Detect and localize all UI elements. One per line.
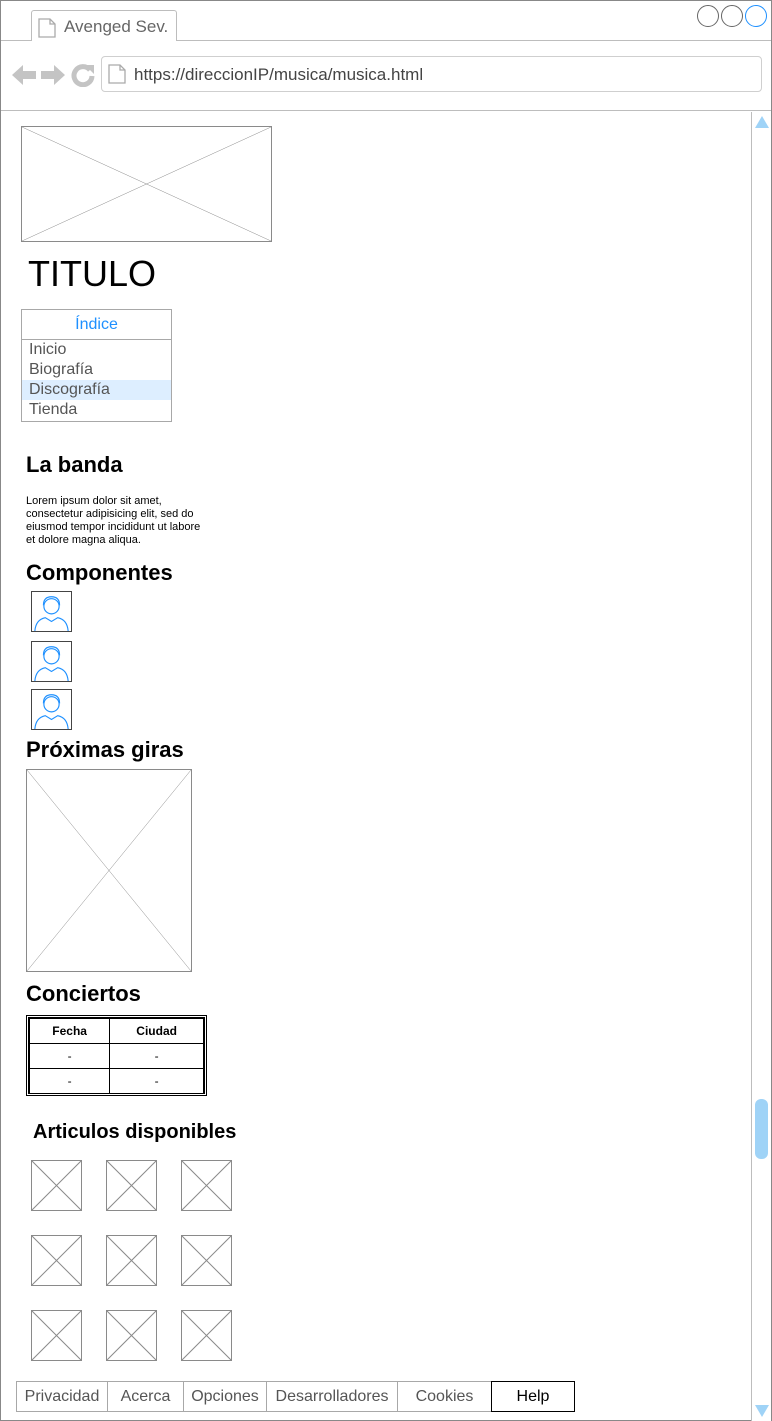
- componentes-heading: Componentes: [26, 560, 173, 585]
- table-row: - -: [28, 1068, 204, 1094]
- page-icon: [38, 18, 56, 43]
- table-row: - -: [28, 1043, 204, 1069]
- article-image-placeholder[interactable]: [31, 1160, 82, 1211]
- minimize-button[interactable]: [697, 5, 719, 27]
- index-item-inicio[interactable]: Inicio: [22, 340, 171, 360]
- table-cell: -: [109, 1068, 204, 1094]
- footer-link-cookies[interactable]: Cookies: [397, 1381, 491, 1412]
- help-button[interactable]: Help: [491, 1381, 575, 1412]
- article-image-placeholder[interactable]: [106, 1235, 157, 1286]
- footer-link-privacidad[interactable]: Privacidad: [16, 1381, 107, 1412]
- page-title: TITULO: [28, 253, 157, 294]
- footer-link-acerca[interactable]: Acerca: [107, 1381, 183, 1412]
- article-image-placeholder[interactable]: [181, 1310, 232, 1361]
- column-header-ciudad: Ciudad: [109, 1018, 204, 1044]
- scroll-up-arrow-icon[interactable]: [755, 116, 769, 128]
- scroll-thumb[interactable]: [755, 1099, 768, 1159]
- vertical-scrollbar[interactable]: [751, 112, 771, 1421]
- maximize-button[interactable]: [721, 5, 743, 27]
- article-image-placeholder[interactable]: [106, 1310, 157, 1361]
- browser-window: Avenged Sev. https://direccionIP/musica/…: [0, 0, 772, 1421]
- article-image-placeholder[interactable]: [181, 1160, 232, 1211]
- footer-links: Privacidad Acerca Opciones Desarrollador…: [16, 1381, 575, 1412]
- back-arrow-icon[interactable]: [11, 63, 37, 92]
- member-avatar-icon: [31, 689, 72, 730]
- page-icon: [108, 64, 126, 89]
- footer-link-desarrolladores[interactable]: Desarrolladores: [266, 1381, 397, 1412]
- la-banda-heading: La banda: [26, 452, 123, 477]
- tab-bar: Avenged Sev.: [1, 1, 771, 42]
- article-image-placeholder[interactable]: [31, 1310, 82, 1361]
- index-item-biografia[interactable]: Biografía: [22, 360, 171, 380]
- navigation-bar: https://direccionIP/musica/musica.html: [1, 41, 771, 111]
- la-banda-text: Lorem ipsum dolor sit amet, consectetur …: [26, 495, 201, 546]
- article-image-placeholder[interactable]: [106, 1160, 157, 1211]
- forward-arrow-icon[interactable]: [40, 63, 66, 92]
- address-bar[interactable]: https://direccionIP/musica/musica.html: [101, 56, 762, 92]
- index-heading: Índice: [22, 310, 171, 340]
- table-cell: -: [28, 1043, 111, 1069]
- article-image-placeholder[interactable]: [31, 1235, 82, 1286]
- article-image-placeholder[interactable]: [181, 1235, 232, 1286]
- url-text: https://direccionIP/musica/musica.html: [134, 65, 424, 84]
- table-cell: -: [109, 1043, 204, 1069]
- conciertos-heading: Conciertos: [26, 981, 141, 1006]
- table-header-row: Fecha Ciudad: [28, 1018, 204, 1044]
- member-avatar-icon: [31, 591, 72, 632]
- proximas-giras-heading: Próximas giras: [26, 737, 184, 762]
- window-controls: [697, 5, 767, 27]
- index-menu: Índice Inicio Biografía Discografía Tien…: [21, 309, 172, 422]
- column-header-fecha: Fecha: [28, 1018, 111, 1044]
- header-image-placeholder: [21, 126, 272, 242]
- concerts-table: Fecha Ciudad - - - -: [26, 1015, 207, 1096]
- index-item-discografia[interactable]: Discografía: [22, 380, 171, 400]
- tab-label: Avenged Sev.: [64, 17, 169, 36]
- index-item-tienda[interactable]: Tienda: [22, 400, 171, 420]
- tour-image-placeholder: [26, 769, 192, 972]
- articulos-heading: Articulos disponibles: [33, 1121, 237, 1143]
- footer-link-opciones[interactable]: Opciones: [183, 1381, 266, 1412]
- browser-tab[interactable]: Avenged Sev.: [31, 10, 177, 42]
- table-cell: -: [28, 1068, 111, 1094]
- close-button[interactable]: [745, 5, 767, 27]
- scroll-down-arrow-icon[interactable]: [755, 1405, 769, 1417]
- reload-icon[interactable]: [71, 63, 95, 92]
- member-avatar-icon: [31, 641, 72, 682]
